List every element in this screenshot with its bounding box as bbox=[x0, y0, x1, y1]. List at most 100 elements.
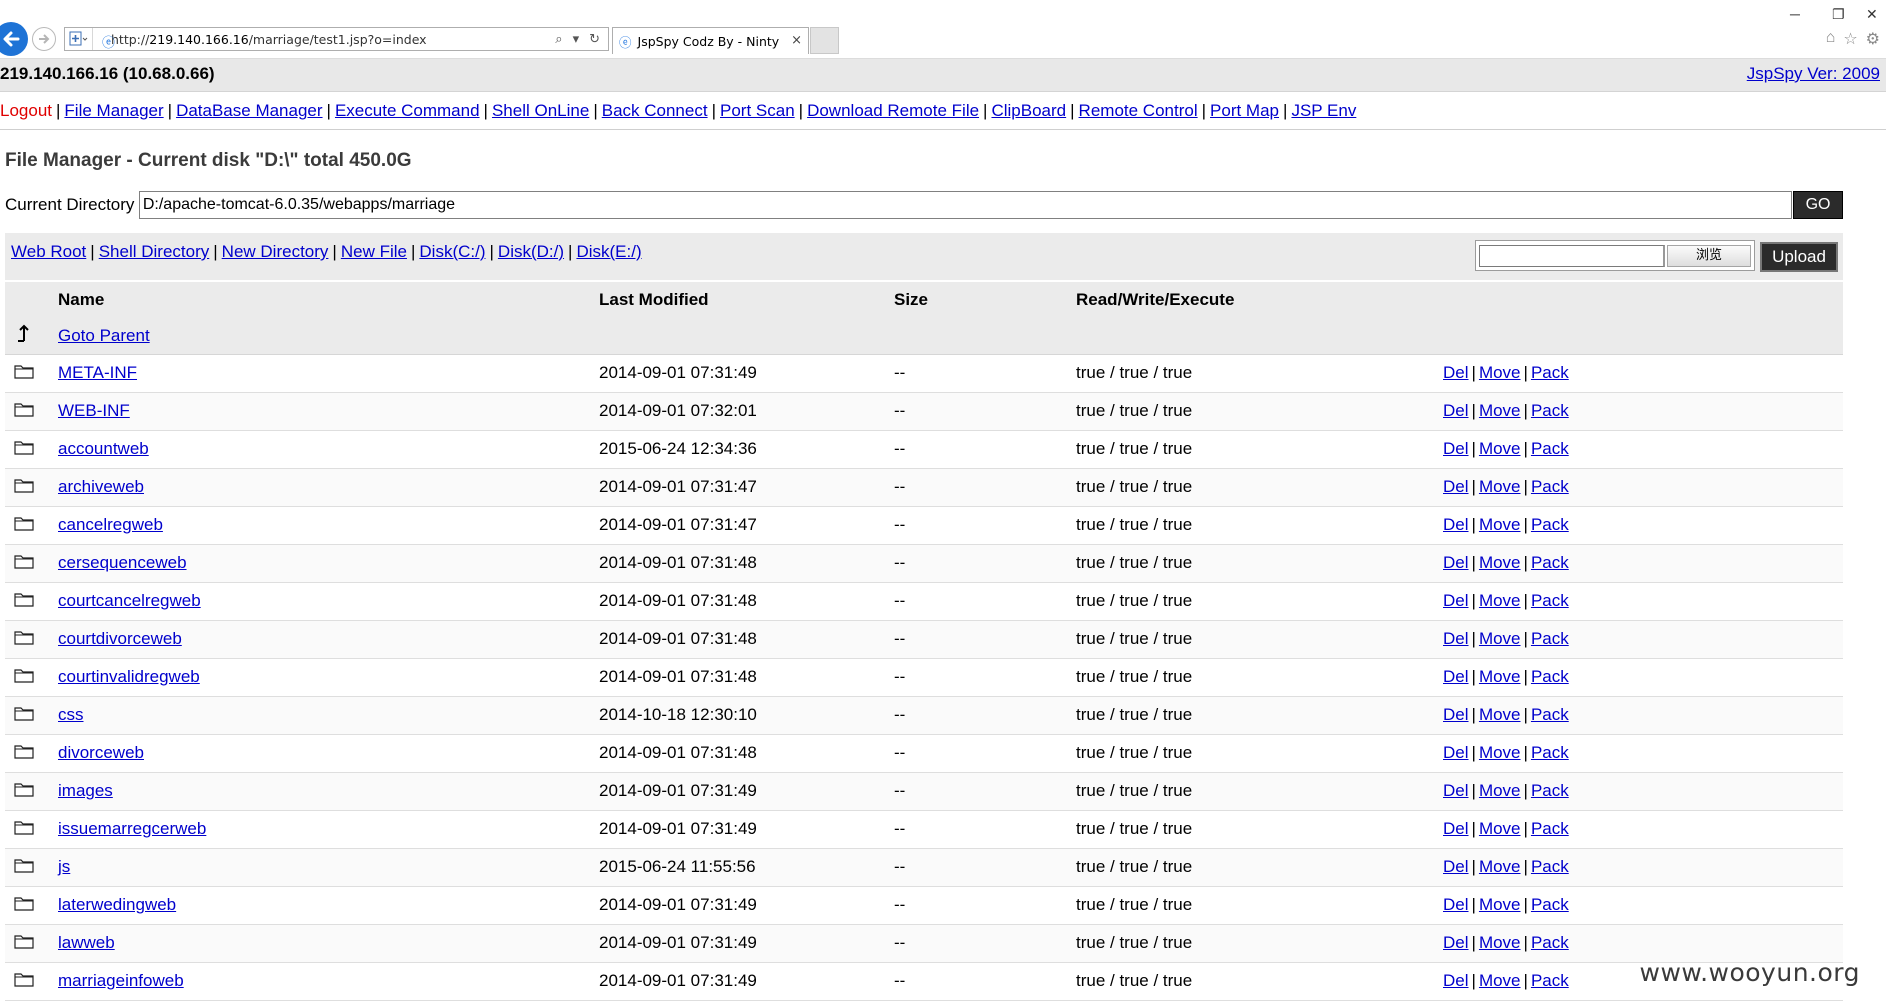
menu-database-manager[interactable]: DataBase Manager bbox=[176, 101, 322, 120]
move-link[interactable]: Move bbox=[1479, 629, 1521, 648]
pack-link[interactable]: Pack bbox=[1531, 629, 1569, 648]
move-link[interactable]: Move bbox=[1479, 667, 1521, 686]
shell-directory-link[interactable]: Shell Directory bbox=[99, 242, 210, 261]
move-link[interactable]: Move bbox=[1479, 515, 1521, 534]
folder-name-link[interactable]: courtdivorceweb bbox=[58, 629, 182, 648]
favorites-star-icon[interactable]: ☆ bbox=[1843, 29, 1857, 49]
move-link[interactable]: Move bbox=[1479, 971, 1521, 990]
address-bar[interactable]: ⓔ http://219.140.166.16/marriage/test1.j… bbox=[64, 27, 609, 51]
pack-link[interactable]: Pack bbox=[1531, 743, 1569, 762]
del-link[interactable]: Del bbox=[1443, 971, 1469, 990]
menu-back-connect[interactable]: Back Connect bbox=[602, 101, 708, 120]
menu-port-map[interactable]: Port Map bbox=[1210, 101, 1279, 120]
move-link[interactable]: Move bbox=[1479, 591, 1521, 610]
folder-name-link[interactable]: archiveweb bbox=[58, 477, 144, 496]
move-link[interactable]: Move bbox=[1479, 781, 1521, 800]
move-link[interactable]: Move bbox=[1479, 363, 1521, 382]
browser-tab[interactable]: ⓔ JspSpy Codz By - Ninty × bbox=[612, 27, 809, 54]
del-link[interactable]: Del bbox=[1443, 477, 1469, 496]
pack-link[interactable]: Pack bbox=[1531, 477, 1569, 496]
pack-link[interactable]: Pack bbox=[1531, 971, 1569, 990]
folder-name-link[interactable]: courtcancelregweb bbox=[58, 591, 201, 610]
del-link[interactable]: Del bbox=[1443, 363, 1469, 382]
del-link[interactable]: Del bbox=[1443, 667, 1469, 686]
new-directory-link[interactable]: New Directory bbox=[222, 242, 329, 261]
logout-link[interactable]: Logout bbox=[0, 101, 52, 120]
menu-clipboard[interactable]: ClipBoard bbox=[991, 101, 1066, 120]
folder-name-link[interactable]: lawweb bbox=[58, 933, 115, 952]
folder-name-link[interactable]: js bbox=[58, 857, 70, 876]
folder-name-link[interactable]: images bbox=[58, 781, 113, 800]
pack-link[interactable]: Pack bbox=[1531, 819, 1569, 838]
pack-link[interactable]: Pack bbox=[1531, 857, 1569, 876]
disk-c-link[interactable]: Disk(C:/) bbox=[419, 242, 485, 261]
move-link[interactable]: Move bbox=[1479, 705, 1521, 724]
folder-name-link[interactable]: laterwedingweb bbox=[58, 895, 176, 914]
del-link[interactable]: Del bbox=[1443, 439, 1469, 458]
search-icon[interactable]: ⌕ bbox=[555, 31, 562, 47]
menu-download-remote-file[interactable]: Download Remote File bbox=[807, 101, 979, 120]
del-link[interactable]: Del bbox=[1443, 895, 1469, 914]
folder-name-link[interactable]: marriageinfoweb bbox=[58, 971, 184, 990]
current-directory-input[interactable] bbox=[138, 191, 1793, 219]
menu-file-manager[interactable]: File Manager bbox=[64, 101, 163, 120]
menu-port-scan[interactable]: Port Scan bbox=[720, 101, 795, 120]
close-window-icon[interactable]: ✕ bbox=[1866, 6, 1878, 23]
new-file-link[interactable]: New File bbox=[341, 242, 407, 261]
pack-link[interactable]: Pack bbox=[1531, 591, 1569, 610]
move-link[interactable]: Move bbox=[1479, 401, 1521, 420]
del-link[interactable]: Del bbox=[1443, 743, 1469, 762]
del-link[interactable]: Del bbox=[1443, 553, 1469, 572]
browse-button[interactable]: 浏览 bbox=[1667, 244, 1751, 267]
menu-remote-control[interactable]: Remote Control bbox=[1079, 101, 1198, 120]
move-link[interactable]: Move bbox=[1479, 743, 1521, 762]
folder-name-link[interactable]: accountweb bbox=[58, 439, 149, 458]
back-button[interactable] bbox=[0, 22, 28, 56]
pack-link[interactable]: Pack bbox=[1531, 439, 1569, 458]
move-link[interactable]: Move bbox=[1479, 553, 1521, 572]
del-link[interactable]: Del bbox=[1443, 401, 1469, 420]
dropdown-icon[interactable]: ▾ bbox=[573, 31, 580, 47]
del-link[interactable]: Del bbox=[1443, 629, 1469, 648]
move-link[interactable]: Move bbox=[1479, 477, 1521, 496]
folder-name-link[interactable]: cersequenceweb bbox=[58, 553, 187, 572]
compatibility-view-button[interactable] bbox=[65, 28, 93, 50]
folder-name-link[interactable]: css bbox=[58, 705, 84, 724]
forward-button[interactable] bbox=[32, 27, 56, 51]
pack-link[interactable]: Pack bbox=[1531, 895, 1569, 914]
move-link[interactable]: Move bbox=[1479, 439, 1521, 458]
pack-link[interactable]: Pack bbox=[1531, 515, 1569, 534]
url-text[interactable]: http://219.140.166.16/marriage/test1.jsp… bbox=[111, 32, 427, 47]
folder-name-link[interactable]: WEB-INF bbox=[58, 401, 130, 420]
move-link[interactable]: Move bbox=[1479, 857, 1521, 876]
settings-gear-icon[interactable]: ⚙ bbox=[1866, 29, 1880, 49]
folder-name-link[interactable]: divorceweb bbox=[58, 743, 144, 762]
disk-e-link[interactable]: Disk(E:/) bbox=[576, 242, 641, 261]
del-link[interactable]: Del bbox=[1443, 705, 1469, 724]
web-root-link[interactable]: Web Root bbox=[11, 242, 86, 261]
menu-jsp-env[interactable]: JSP Env bbox=[1291, 101, 1356, 120]
pack-link[interactable]: Pack bbox=[1531, 553, 1569, 572]
folder-name-link[interactable]: META-INF bbox=[58, 363, 137, 382]
version-link[interactable]: JspSpy Ver: 2009 bbox=[1747, 64, 1880, 84]
pack-link[interactable]: Pack bbox=[1531, 667, 1569, 686]
folder-name-link[interactable]: issuemarregcerweb bbox=[58, 819, 206, 838]
pack-link[interactable]: Pack bbox=[1531, 781, 1569, 800]
del-link[interactable]: Del bbox=[1443, 819, 1469, 838]
pack-link[interactable]: Pack bbox=[1531, 363, 1569, 382]
tab-close-icon[interactable]: × bbox=[791, 33, 802, 48]
folder-name-link[interactable]: courtinvalidregweb bbox=[58, 667, 200, 686]
move-link[interactable]: Move bbox=[1479, 819, 1521, 838]
move-link[interactable]: Move bbox=[1479, 895, 1521, 914]
refresh-icon[interactable]: ↻ bbox=[589, 31, 600, 47]
pack-link[interactable]: Pack bbox=[1531, 705, 1569, 724]
del-link[interactable]: Del bbox=[1443, 857, 1469, 876]
pack-link[interactable]: Pack bbox=[1531, 401, 1569, 420]
disk-d-link[interactable]: Disk(D:/) bbox=[498, 242, 564, 261]
move-link[interactable]: Move bbox=[1479, 933, 1521, 952]
pack-link[interactable]: Pack bbox=[1531, 933, 1569, 952]
folder-name-link[interactable]: cancelregweb bbox=[58, 515, 163, 534]
del-link[interactable]: Del bbox=[1443, 933, 1469, 952]
minimize-icon[interactable]: ─ bbox=[1790, 6, 1800, 22]
menu-shell-online[interactable]: Shell OnLine bbox=[492, 101, 589, 120]
